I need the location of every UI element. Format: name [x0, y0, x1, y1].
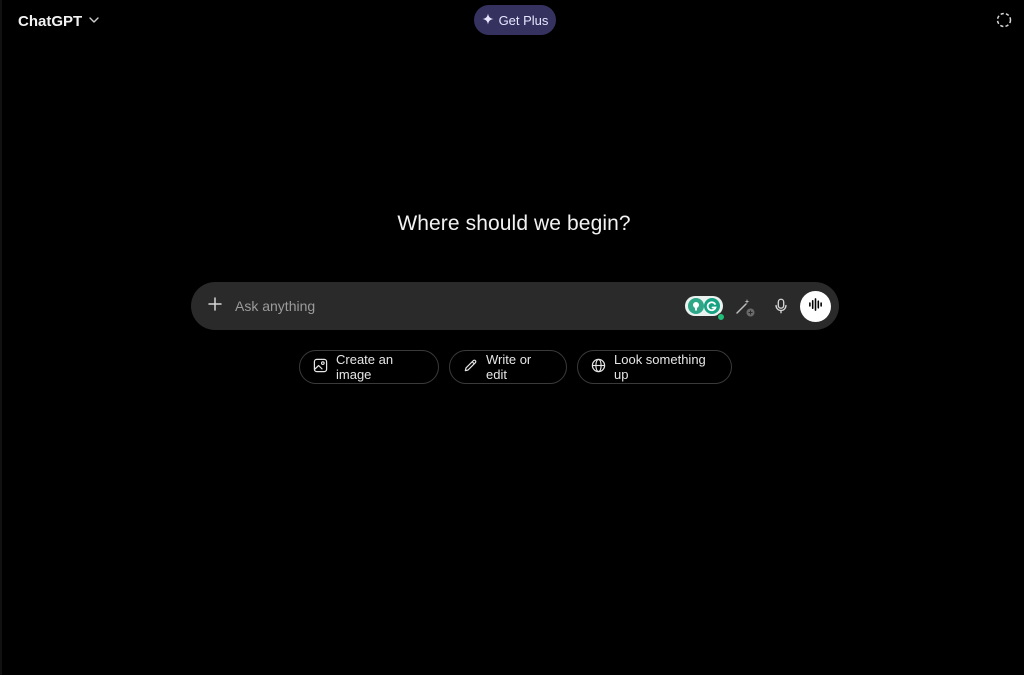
plus-icon: [207, 296, 223, 317]
prompt-composer: [191, 282, 839, 330]
model-switcher[interactable]: ChatGPT: [18, 9, 100, 33]
get-plus-label: Get Plus: [498, 12, 549, 28]
grammarly-bulb-icon: [688, 298, 704, 314]
suggestion-label: Look something up: [614, 352, 706, 382]
voice-mode-button[interactable]: [800, 291, 831, 322]
microphone-icon[interactable]: [771, 296, 791, 316]
magic-wand-icon[interactable]: [734, 296, 756, 318]
page-title: Where should we begin?: [397, 212, 631, 235]
suggestion-label: Create an image: [336, 352, 394, 382]
suggestion-label: Write or edit: [486, 352, 532, 382]
suggestion-create-image[interactable]: Create an image: [299, 350, 439, 384]
waveform-icon: [808, 297, 823, 317]
chevron-down-icon: [88, 13, 100, 30]
grammarly-status-dot: [717, 313, 725, 321]
sparkle-icon: [482, 13, 494, 28]
chat-page: ChatGPT Get Plus Where should we begin?: [0, 0, 1024, 675]
prompt-input[interactable]: [235, 294, 665, 318]
suggestion-look-up[interactable]: Look something up: [577, 350, 732, 384]
model-name: ChatGPT: [18, 12, 83, 30]
image-icon: [313, 358, 328, 376]
suggestion-write-edit[interactable]: Write or edit: [449, 350, 567, 384]
grammarly-g-icon: [704, 298, 720, 314]
grammarly-widget[interactable]: [685, 296, 725, 321]
temporary-chat-icon[interactable]: [995, 11, 1013, 29]
add-attachment-button[interactable]: [203, 294, 227, 318]
pencil-icon: [463, 358, 478, 376]
globe-icon: [591, 358, 606, 376]
get-plus-button[interactable]: Get Plus: [474, 5, 556, 35]
